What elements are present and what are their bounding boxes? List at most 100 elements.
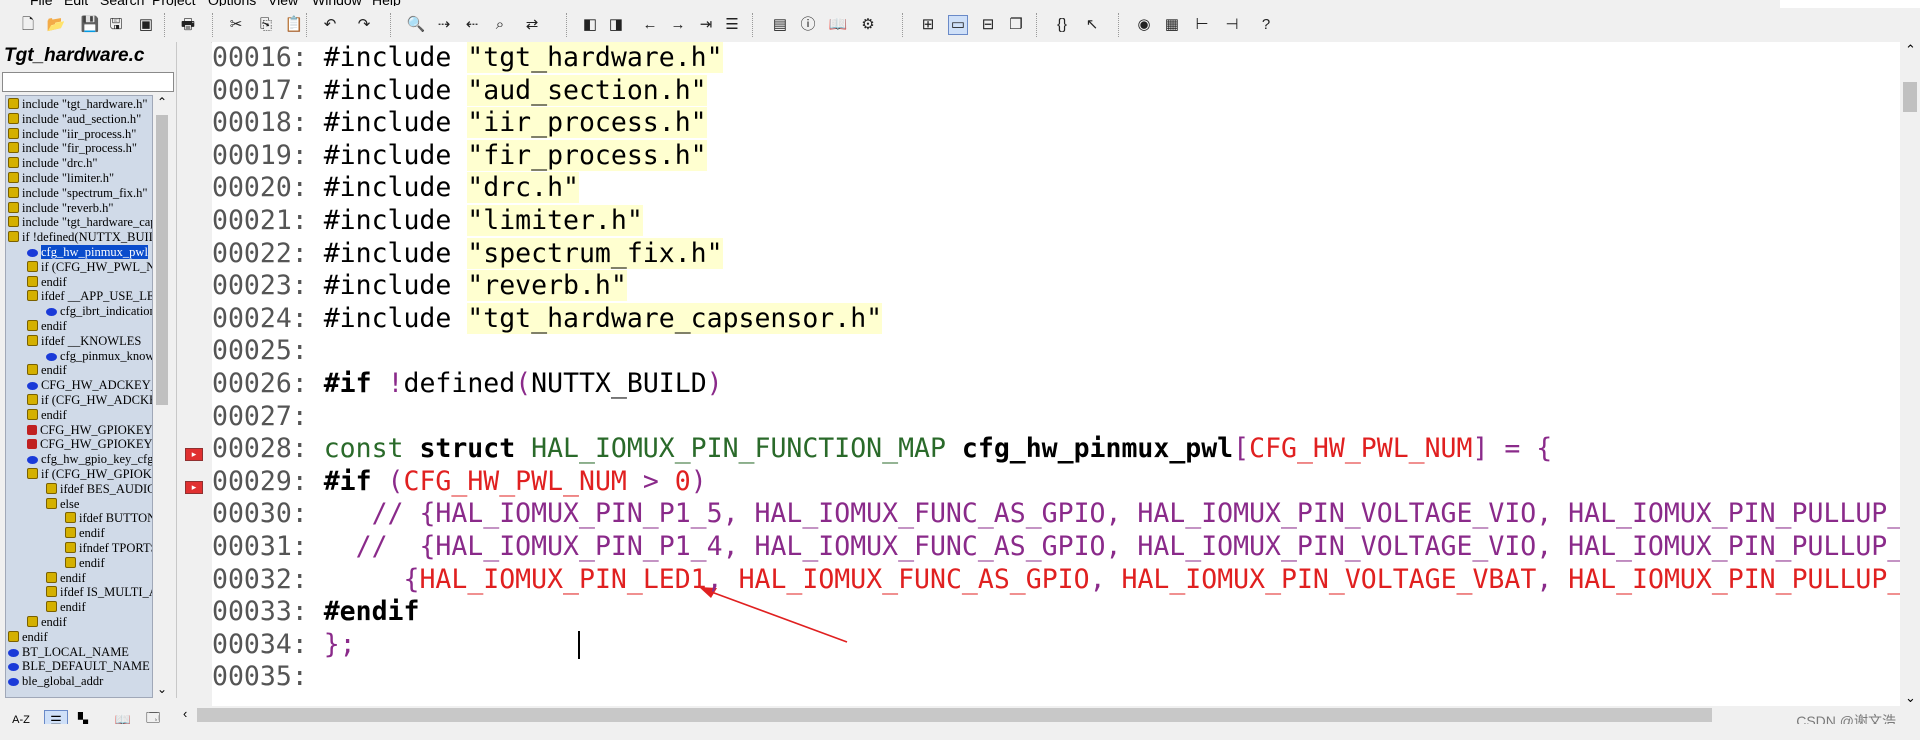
code-line[interactable]: 00035: [212,661,324,693]
symbol-item[interactable]: include "aud_section.h" [8,112,141,127]
book-icon[interactable]: 📖 [828,15,848,35]
symbol-item[interactable]: ble_global_addr [8,674,103,689]
paste-icon[interactable]: 📋 [284,15,304,35]
symbol-item[interactable]: include "tgt_hardware.h" [8,97,147,112]
code-line[interactable]: 00029: #if (CFG_HW_PWL_NUM > 0) [212,466,707,498]
window-layout-icon[interactable]: ⊞ [918,15,938,35]
info-icon[interactable]: ? [1256,15,1276,35]
symbol-item[interactable]: ifdef __KNOWLES [27,334,141,349]
new-file-icon[interactable]: 🗋 [18,15,38,35]
bookmark-icon[interactable]: ▸ [185,448,203,462]
menu-project[interactable]: Project [152,0,196,6]
symbol-item[interactable]: endif [46,571,86,586]
code-line[interactable]: 00018: #include "iir_process.h" [212,107,707,139]
symbol-item[interactable]: include "drc.h" [8,156,97,171]
replace-icon[interactable]: ⇄ [522,15,542,35]
menu-options[interactable]: Options [208,0,256,6]
close-icon[interactable]: ▣ [136,15,156,35]
bookmark-next-icon[interactable]: ◨ [606,15,626,35]
symbol-item[interactable]: CFG_HW_GPIOKEY_UP_LEVEL [27,437,152,452]
find-prev-icon[interactable]: ⇠ [462,15,482,35]
symbol-item[interactable]: endif [65,526,105,541]
code-line[interactable]: 00016: #include "tgt_hardware.h" [212,42,723,74]
symbol-item[interactable]: ifdef IS_MULTI_AI_ENABLED [46,585,152,600]
open-folder-icon[interactable]: 📂 [46,15,66,35]
symbol-item[interactable]: endif [27,615,67,630]
find-icon[interactable]: 🔍 [406,15,426,35]
jump-icon[interactable]: ⇥ [696,15,716,35]
symbol-item[interactable]: if (CFG_HW_ADCKEY_NUMBER > 0) [27,393,152,408]
symbol-item[interactable]: if (CFG_HW_GPIOKEY_NUM > 0) [27,467,152,482]
symbol-item[interactable]: endif [46,600,86,615]
symbol-item[interactable]: cfg_hw_gpio_key_cfg [27,452,152,467]
scroll-thumb[interactable] [197,708,1712,722]
editor-vertical-scrollbar[interactable]: ⌃ ⌄ [1900,42,1920,706]
print-icon[interactable]: 🖶 [178,15,198,35]
symbol-item[interactable]: CFG_HW_ADCKEY_MAP_TABLE [27,378,152,393]
symbol-item[interactable]: else [46,497,79,512]
symbol-list[interactable]: include "tgt_hardware.h" include "aud_sec… [5,95,153,698]
copy-icon[interactable]: ⎘ [256,15,276,35]
tree-icon[interactable]: ⊢ [1192,15,1212,35]
help-pointer-icon[interactable]: ↖ [1082,15,1102,35]
window-controls[interactable] [1780,0,1920,8]
find-files-icon[interactable]: ⌕ [490,15,510,35]
symbol-icon[interactable]: ⓘ [798,15,818,35]
symbol-item[interactable]: endif [27,408,67,423]
symbol-item[interactable]: ifndef TPORTS [65,541,152,556]
code-line[interactable]: 00017: #include "aud_section.h" [212,74,707,107]
context-icon[interactable]: {} [1052,15,1072,35]
symbol-filter-input[interactable] [2,72,174,92]
symbol-item[interactable]: if !defined(NUTTX_BUILD) [8,230,152,245]
scroll-left-icon[interactable]: ‹ [183,706,187,721]
symbol-item[interactable]: endif [27,319,67,334]
call-graph-icon[interactable]: ⊣ [1222,15,1242,35]
symbol-list-scrollbar[interactable]: ⌃ ⌄ [153,95,171,698]
scroll-down-icon[interactable]: ⌄ [157,682,167,696]
code-line[interactable]: 00023: #include "reverb.h" [212,270,627,302]
symbol-item[interactable]: cfg_hw_pinmux_pwl [27,245,148,260]
lookup-icon[interactable]: ◉ [1134,15,1154,35]
menu-edit[interactable]: Edit [64,0,88,6]
symbol-item[interactable]: if (CFG_HW_PWL_NUM > 0) [27,260,152,275]
menu-search[interactable]: Search [100,0,144,6]
symbol-item[interactable]: include "limiter.h" [8,171,114,186]
code-line[interactable]: 00021: #include "limiter.h" [212,205,643,237]
code-line[interactable]: 00031: // {HAL_IOMUX_PIN_P1_4, HAL_IOMUX… [212,531,1900,563]
save-all-icon[interactable]: 🖫 [106,15,126,35]
symbol-item[interactable]: endif [65,556,105,571]
code-line[interactable]: 00030: // {HAL_IOMUX_PIN_P1_5, HAL_IOMUX… [212,498,1900,530]
menu-file[interactable]: File [30,0,53,6]
window-cascade-icon[interactable]: ❐ [1006,15,1026,35]
save-icon[interactable]: 💾 [80,15,100,35]
scroll-up-icon[interactable]: ⌃ [1905,42,1916,58]
scroll-thumb[interactable] [1903,82,1917,112]
cut-icon[interactable]: ✂ [226,15,246,35]
code-editor[interactable]: 00016: #include "tgt_hardware.h" 00017: #… [212,42,1900,706]
redo-icon[interactable]: ↷ [354,15,374,35]
bookmark-icon[interactable]: ▸ [185,480,203,494]
symbol-item[interactable]: ifdef __APP_USE_LED_INDICATE_IBRT_STATUS… [27,289,152,304]
symbol-item[interactable]: include "iir_process.h" [8,127,136,142]
code-line[interactable]: 00028: const struct HAL_IOMUX_PIN_FUNCTI… [212,433,1552,465]
symbol-item[interactable]: ifdef BES_AUDIO_DEV_Main_Board_9v0 [46,482,152,497]
symbol-item[interactable]: include "tgt_hardware_capsensor.h" [8,215,152,230]
symbol-item[interactable]: include "reverb.h" [8,201,113,216]
code-line[interactable]: 00026: #if !defined(NUTTX_BUILD) [212,368,723,400]
symbol-item[interactable]: BLE_DEFAULT_NAME [8,659,150,674]
symbol-item[interactable]: ifdef BUTTON [65,511,152,526]
symbol-item[interactable]: CFG_HW_GPIOKEY_DOWN_LEVEL [27,423,152,438]
browse-icon[interactable]: ▦ [1162,15,1182,35]
code-line[interactable]: 00033: #endif [212,596,419,628]
forward-icon[interactable]: → [668,15,688,35]
code-line[interactable]: 00022: #include "spectrum_fix.h" [212,237,723,270]
symbol-item[interactable]: endif [8,630,48,645]
project-icon[interactable]: ▤ [770,15,790,35]
symbol-item[interactable]: BT_LOCAL_NAME [8,645,129,660]
menu-view[interactable]: View [268,0,298,6]
symbol-item[interactable]: include "spectrum_fix.h" [8,186,147,201]
undo-icon[interactable]: ↶ [320,15,340,35]
back-icon[interactable]: ← [640,15,660,35]
menu-help[interactable]: Help [372,0,401,6]
code-line[interactable]: 00025: [212,335,324,367]
